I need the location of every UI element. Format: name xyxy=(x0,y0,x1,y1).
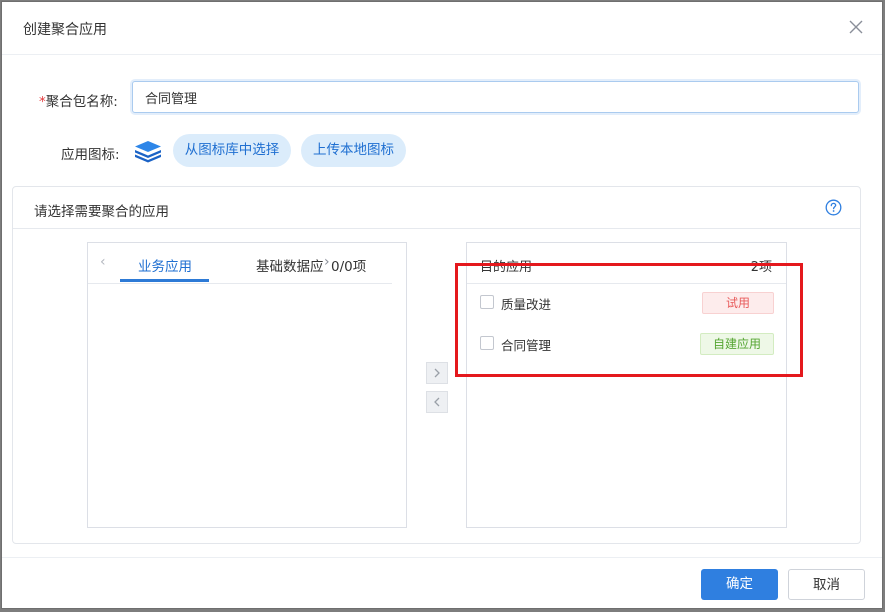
dialog-title: 创建聚合应用 xyxy=(23,22,107,38)
footer-divider xyxy=(2,557,882,558)
source-app-list: ‹ 业务应用 基础数据应用 › 0/0项 xyxy=(87,242,407,528)
item-checkbox[interactable] xyxy=(480,336,494,350)
move-left-button[interactable] xyxy=(426,391,448,413)
trial-tag: 试用 xyxy=(702,292,774,314)
tab-basic-data-apps[interactable]: 基础数据应用 xyxy=(256,255,324,275)
target-app-list: 目的应用 2项 质量改进 试用 合同管理 自建应用 xyxy=(466,242,787,528)
name-input[interactable] xyxy=(132,81,859,113)
icon-label: 应用图标: xyxy=(61,147,120,163)
required-mark: * xyxy=(39,94,46,110)
active-tab-indicator xyxy=(120,279,209,282)
list-item[interactable]: 质量改进 试用 xyxy=(467,288,786,318)
tab-business-apps[interactable]: 业务应用 xyxy=(121,255,209,275)
tab-prev-icon[interactable]: ‹ xyxy=(100,254,106,270)
dialog-header: 创建聚合应用 xyxy=(2,2,882,55)
panel-header: 请选择需要聚合的应用 xyxy=(13,187,860,229)
question-circle-icon[interactable] xyxy=(825,199,842,216)
tab-next-icon[interactable]: › xyxy=(324,254,330,270)
ok-button[interactable]: 确定 xyxy=(701,569,778,600)
self-built-tag: 自建应用 xyxy=(700,333,774,355)
name-label-text: 聚合包名称: xyxy=(45,94,118,110)
target-title: 目的应用 xyxy=(480,260,533,275)
app-select-panel: 请选择需要聚合的应用 ‹ 业务应用 基础数据应用 › 0/0项 xyxy=(12,186,861,544)
move-right-button[interactable] xyxy=(426,362,448,384)
create-aggregate-app-dialog: 创建聚合应用 *聚合包名称: 应用图标: 从图标库中选择 上传本地图标 请选择需… xyxy=(1,1,883,609)
layers-icon xyxy=(133,139,163,165)
target-header: 目的应用 2项 xyxy=(467,243,786,284)
item-checkbox[interactable] xyxy=(480,295,494,309)
item-label: 合同管理 xyxy=(501,338,552,353)
panel-title: 请选择需要聚合的应用 xyxy=(34,204,169,220)
cancel-button[interactable]: 取消 xyxy=(788,569,865,600)
close-icon[interactable] xyxy=(846,17,866,37)
name-label: *聚合包名称: xyxy=(39,90,118,110)
list-item[interactable]: 合同管理 自建应用 xyxy=(467,329,786,359)
target-count: 2项 xyxy=(750,260,772,275)
item-label: 质量改进 xyxy=(501,297,552,312)
upload-local-icon-button[interactable]: 上传本地图标 xyxy=(301,134,406,167)
pick-from-library-button[interactable]: 从图标库中选择 xyxy=(173,134,291,167)
chevron-left-icon xyxy=(434,397,440,407)
chevron-right-icon xyxy=(434,368,440,378)
source-count: 0/0项 xyxy=(331,259,367,275)
